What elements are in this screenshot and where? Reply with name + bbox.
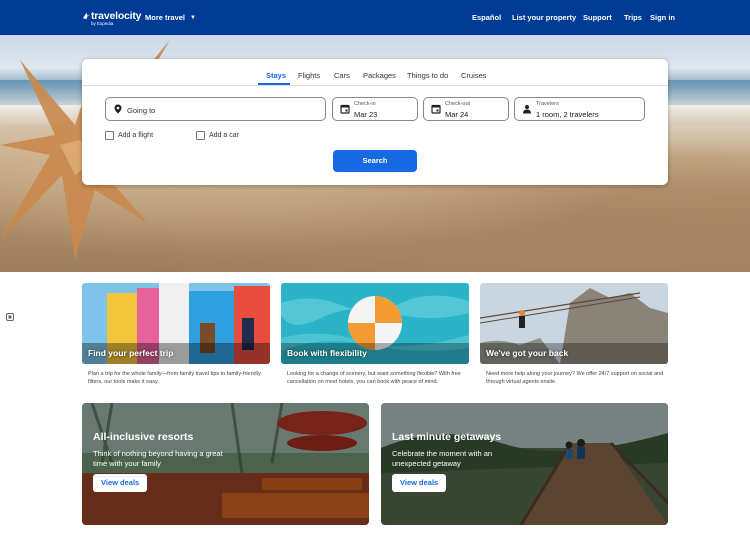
travelocity-logo[interactable]: travelocity by Expedia <box>82 8 142 28</box>
zipline-rocks-image: We've got your back <box>480 283 668 364</box>
travelers-label: Travelers <box>536 101 559 107</box>
travelers-field[interactable]: Travelers 1 room, 2 travelers <box>514 97 645 121</box>
check-out-value: Mar 24 <box>445 110 469 119</box>
search-form: Stays Flights Cars Packages Things to do… <box>82 59 668 185</box>
feature-title: Find your perfect trip <box>88 348 174 358</box>
deal-title: All-inclusive resorts <box>93 431 194 443</box>
check-out-field[interactable]: Check-out Mar 24 <box>423 97 509 121</box>
tab-flights[interactable]: Flights <box>298 71 320 80</box>
feature-description: Need more help along your journey? We of… <box>486 371 664 385</box>
add-car-checkbox[interactable]: Add a car <box>196 131 266 141</box>
logo-mark-icon <box>82 12 91 20</box>
more-travel-menu[interactable]: More travel ▼ <box>145 13 196 22</box>
check-in-value: Mar 23 <box>354 110 378 119</box>
logo-subtext: by Expedia <box>91 21 114 26</box>
tab-stays[interactable]: Stays <box>266 71 286 80</box>
calendar-icon <box>431 104 441 114</box>
nav-support[interactable]: Support <box>583 13 612 22</box>
check-in-label: Check-in <box>354 101 376 107</box>
chevron-down-icon: ▼ <box>190 15 196 21</box>
view-deals-button[interactable]: View deals <box>93 474 148 492</box>
nav-language[interactable]: Español <box>472 13 501 22</box>
deal-subtitle: Celebrate the moment with an unexpected … <box>392 449 493 468</box>
feature-title: Book with flexibility <box>287 348 367 358</box>
checkbox-box <box>196 131 205 140</box>
calendar-icon <box>340 104 350 114</box>
more-travel-label: More travel <box>145 13 186 22</box>
nav-trips[interactable]: Trips <box>624 13 642 22</box>
check-in-field[interactable]: Check-in Mar 23 <box>332 97 418 121</box>
deal-card-all-inclusive[interactable]: All-inclusive resorts Think of nothing b… <box>82 403 369 525</box>
person-icon <box>523 105 531 114</box>
feature-title: We've got your back <box>486 348 569 358</box>
going-to-placeholder: Going to <box>127 106 156 115</box>
view-deals-button[interactable]: View deals <box>392 474 447 492</box>
going-to-field[interactable]: Going to <box>105 97 326 121</box>
deal-subtitle: Think of nothing beyond having a great t… <box>93 449 223 468</box>
search-button[interactable]: Search <box>333 150 417 172</box>
deal-title: Last minute getaways <box>392 431 502 443</box>
product-tabs: Stays Flights Cars Packages Things to do… <box>82 59 668 87</box>
nav-sign-in[interactable]: Sign in <box>650 13 675 22</box>
colorful-houses-image: Find your perfect trip <box>82 283 270 364</box>
deal-card-last-minute[interactable]: Last minute getaways Celebrate the momen… <box>381 403 668 525</box>
add-flight-label: Add a flight <box>118 132 154 139</box>
top-header: travelocity by Expedia More travel ▼ Espa… <box>0 0 750 35</box>
travelers-value: 1 room, 2 travelers <box>536 110 599 119</box>
feedback-icon[interactable] <box>6 313 14 321</box>
pool-beachball-image: Book with flexibility <box>281 283 469 364</box>
feature-description: Looking for a change of scenery, but wan… <box>287 371 461 385</box>
location-pin-icon <box>114 104 122 114</box>
tab-divider <box>82 85 668 86</box>
tab-cars[interactable]: Cars <box>334 71 350 80</box>
tab-packages[interactable]: Packages <box>363 71 396 80</box>
check-out-label: Check-out <box>445 101 471 107</box>
tab-cruises[interactable]: Cruises <box>461 71 486 80</box>
add-flight-checkbox[interactable]: Add a flight <box>105 131 185 141</box>
add-car-label: Add a car <box>209 132 239 139</box>
tab-things-to-do[interactable]: Things to do <box>407 71 448 80</box>
feature-description: Plan a trip for the whole family—from fa… <box>88 371 261 385</box>
checkbox-box <box>105 131 114 140</box>
nav-list-your-property[interactable]: List your property <box>512 13 576 22</box>
